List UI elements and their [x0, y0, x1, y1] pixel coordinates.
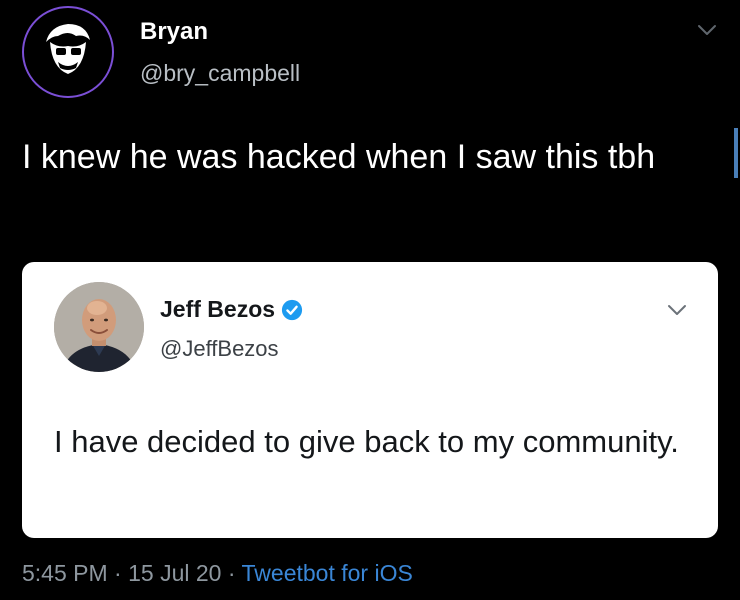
author-avatar[interactable]	[22, 6, 114, 98]
meta-separator: ·	[114, 560, 122, 586]
quoted-author-name[interactable]: Jeff Bezos	[160, 296, 275, 323]
meta-separator: ·	[227, 560, 236, 586]
verified-badge-icon	[281, 299, 303, 320]
tweet-text: I knew he was hacked when I saw this tbh	[22, 138, 656, 176]
cartoon-face-avatar-icon	[46, 24, 90, 74]
author-name[interactable]: Bryan	[140, 18, 208, 46]
quoted-tweet-card[interactable]: Jeff Bezos @JeffBezos I have decided to …	[22, 262, 718, 538]
chevron-down-icon[interactable]	[696, 22, 718, 38]
tweet-time: 5:45 PM	[22, 560, 108, 586]
author-handle[interactable]: @bry_campbell	[140, 60, 300, 87]
profile-photo-image	[54, 282, 144, 372]
chevron-down-icon[interactable]	[666, 302, 688, 318]
tweet-date: 15 Jul 20	[128, 560, 222, 586]
tweet-meta: 5:45 PM · 15 Jul 20 · Tweetbot for iOS	[22, 560, 413, 587]
profile-photo-avatar[interactable]	[54, 282, 144, 372]
quoted-tweet-text: I have decided to give back to my commun…	[54, 424, 679, 459]
client-link[interactable]: Tweetbot for iOS	[242, 560, 413, 586]
scroll-indicator	[734, 128, 738, 178]
quoted-author-row: Jeff Bezos	[160, 296, 303, 323]
quoted-author-handle[interactable]: @JeffBezos	[160, 336, 279, 362]
